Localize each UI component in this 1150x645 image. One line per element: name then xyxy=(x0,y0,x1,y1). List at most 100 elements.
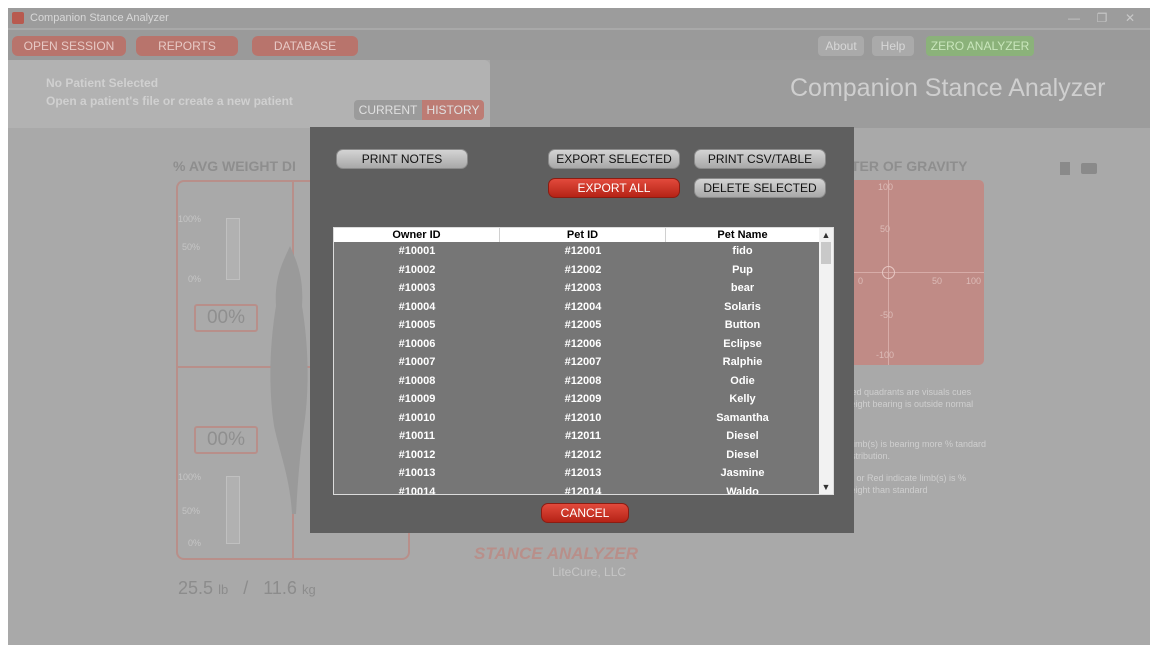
pet-name-cell: Diesel xyxy=(726,430,759,442)
column-header-pet-id[interactable]: Pet ID xyxy=(500,228,666,242)
dog-silhouette-icon xyxy=(270,246,308,514)
cog-legend-3: ge or Red indicate limb(s) is % weight t… xyxy=(844,473,967,495)
owner-id-cell: #10002 xyxy=(398,263,436,276)
notes-icon[interactable] xyxy=(1060,162,1070,175)
cog-axis-x xyxy=(844,272,984,273)
cog-target-icon xyxy=(882,266,895,279)
app-window: Companion Stance Analyzer — ❐ ✕ OPEN SES… xyxy=(8,8,1150,645)
minimize-button[interactable]: — xyxy=(1060,10,1088,26)
print-csv-table-button[interactable]: PRINT CSV/TABLE xyxy=(694,149,826,169)
pet-name-cell: Solaris xyxy=(724,300,761,313)
scroll-up-icon[interactable]: ▲ xyxy=(821,229,831,241)
center-of-gravity-plot: 100 50 -50 -100 0 50 100 xyxy=(844,180,984,365)
app-heading: Companion Stance Analyzer xyxy=(790,74,1106,102)
table-row[interactable]: #10012 #12012 Diesel xyxy=(334,446,819,465)
weight-kg-value: 11.6 xyxy=(263,578,297,598)
table-row[interactable]: #10002 #12002 Pup xyxy=(334,261,819,280)
tick-label: 100% xyxy=(178,472,202,482)
pet-id-cell: #12005 xyxy=(564,319,602,331)
table-row[interactable]: #10013 #12013 Jasmine xyxy=(334,464,819,483)
scroll-thumb[interactable] xyxy=(821,242,831,264)
print-icon[interactable] xyxy=(1081,163,1097,174)
table-row[interactable]: #10009 #12009 Kelly xyxy=(334,390,819,409)
reports-button[interactable]: REPORTS xyxy=(136,36,238,56)
pet-name-cell: Kelly xyxy=(729,393,756,405)
pet-name-cell: Samantha xyxy=(716,411,769,424)
table-scrollbar[interactable]: ▲ ▼ xyxy=(819,228,833,494)
window-title: Companion Stance Analyzer xyxy=(30,12,169,24)
owner-id-cell: #10005 xyxy=(398,319,436,331)
brand-logo: STANCE ANALYZER xyxy=(474,544,639,563)
cog-tick: 50 xyxy=(880,224,891,234)
pet-id-cell: #12004 xyxy=(564,300,602,313)
export-selected-button[interactable]: EXPORT SELECTED xyxy=(548,149,680,169)
patient-table[interactable]: Owner ID Pet ID Pet Name #10001 #12001 fid… xyxy=(333,227,834,495)
patient-hint: Open a patient's file or create a new pa… xyxy=(46,94,293,108)
cog-legend-2: s limb(s) is bearing more % tandard dist… xyxy=(844,439,987,461)
pet-name-cell: bear xyxy=(730,282,755,294)
pet-id-cell: #12007 xyxy=(564,356,602,368)
table-row[interactable]: #10007 #12007 Ralphie xyxy=(334,353,819,372)
about-button[interactable]: About xyxy=(818,36,864,56)
open-session-button[interactable]: OPEN SESSION xyxy=(12,36,126,56)
close-button[interactable]: ✕ xyxy=(1116,10,1144,26)
scroll-down-icon[interactable]: ▼ xyxy=(821,481,831,493)
history-toggle[interactable]: HISTORY xyxy=(422,100,484,120)
app-icon xyxy=(12,12,24,24)
print-notes-button[interactable]: PRINT NOTES xyxy=(336,149,468,169)
table-row[interactable]: #10011 #12011 Diesel xyxy=(334,427,819,446)
table-row[interactable]: #10004 #12004 Solaris xyxy=(334,298,819,317)
pet-name-cell: Waldo xyxy=(726,485,759,495)
owner-id-cell: #10006 xyxy=(398,337,436,350)
weight-distribution-title: % AVG WEIGHT DI xyxy=(173,158,296,174)
owner-id-cell: #10013 xyxy=(398,467,436,479)
table-row[interactable]: #10006 #12006 Eclipse xyxy=(334,335,819,354)
pet-name-cell: Button xyxy=(724,319,761,331)
table-header: Owner ID Pet ID Pet Name xyxy=(334,228,819,242)
patient-panel: No Patient Selected Open a patient's fil… xyxy=(8,60,490,128)
table-row[interactable]: #10003 #12003 bear xyxy=(334,279,819,298)
pet-id-cell: #12002 xyxy=(564,263,602,276)
owner-id-cell: #10008 xyxy=(398,374,436,387)
cancel-button[interactable]: CANCEL xyxy=(541,503,629,523)
center-of-gravity-title: TER OF GRAVITY xyxy=(851,158,968,174)
weight-readout: 25.5 lb / 11.6 kg xyxy=(178,578,316,599)
table-row[interactable]: #10014 #12014 Waldo xyxy=(334,483,819,495)
table-row[interactable]: #10008 #12008 Odie xyxy=(334,372,819,391)
weight-bar-top xyxy=(226,218,240,280)
cog-tick: 100 xyxy=(878,182,894,192)
delete-selected-button[interactable]: DELETE SELECTED xyxy=(694,178,826,198)
menu-bar: OPEN SESSION REPORTS DATABASE About Help… xyxy=(8,30,1150,60)
column-header-pet-name[interactable]: Pet Name xyxy=(666,228,819,242)
tick-label: 0% xyxy=(188,274,202,284)
weight-kg-unit: kg xyxy=(301,582,316,597)
owner-id-cell: #10007 xyxy=(398,356,436,368)
column-header-owner-id[interactable]: Owner ID xyxy=(334,228,500,242)
cog-tick: -100 xyxy=(876,350,895,360)
pet-id-cell: #12014 xyxy=(564,485,602,495)
pet-name-cell: Jasmine xyxy=(720,467,765,479)
owner-id-cell: #10011 xyxy=(398,430,436,442)
table-row[interactable]: #10001 #12001 fido xyxy=(334,242,819,261)
owner-id-cell: #10004 xyxy=(398,300,436,313)
export-all-button[interactable]: EXPORT ALL xyxy=(548,178,680,198)
current-toggle[interactable]: CURRENT xyxy=(354,100,422,120)
tick-label: 100% xyxy=(178,214,202,224)
pet-name-cell: Odie xyxy=(730,374,755,387)
help-button[interactable]: Help xyxy=(872,36,914,56)
pet-id-cell: #12010 xyxy=(564,411,602,424)
restore-button[interactable]: ❐ xyxy=(1088,10,1116,26)
table-row[interactable]: #10005 #12005 Button xyxy=(334,316,819,335)
pet-id-cell: #12009 xyxy=(564,393,602,405)
tick-label: 50% xyxy=(182,242,201,252)
pet-name-cell: Pup xyxy=(732,263,753,276)
owner-id-cell: #10010 xyxy=(398,411,436,424)
cog-tick: 0 xyxy=(858,276,864,286)
database-button[interactable]: DATABASE xyxy=(252,36,358,56)
owner-id-cell: #10012 xyxy=(398,448,436,461)
zero-analyzer-button[interactable]: ZERO ANALYZER xyxy=(926,36,1034,56)
weight-percent-top: 00% xyxy=(194,304,258,332)
pet-name-cell: Ralphie xyxy=(722,356,763,368)
weight-lb-unit: lb xyxy=(218,582,229,597)
table-row[interactable]: #10010 #12010 Samantha xyxy=(334,409,819,428)
